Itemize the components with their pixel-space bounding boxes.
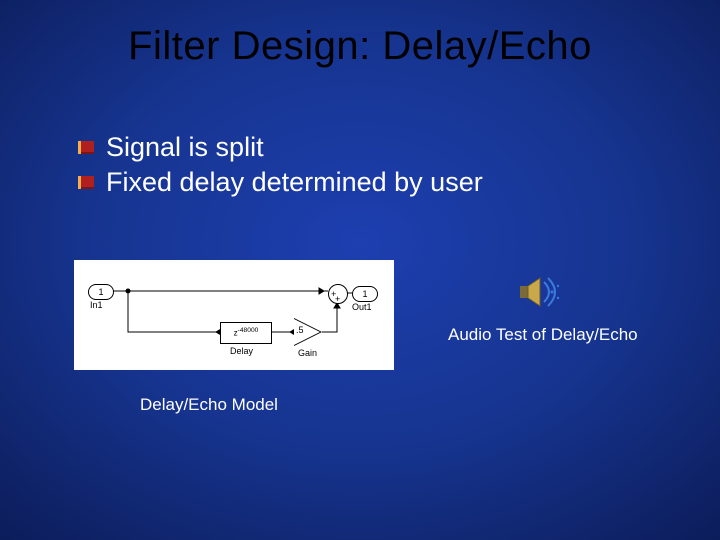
- bullet-marker-icon: [78, 141, 94, 154]
- delay-block: z-48000: [220, 322, 272, 344]
- slide-title: Filter Design: Delay/Echo: [0, 24, 720, 69]
- bullet-list: Signal is split Fixed delay determined b…: [78, 132, 483, 202]
- summing-junction: [328, 284, 348, 304]
- delay-label: Delay: [230, 346, 253, 356]
- delay-value: z-48000: [234, 328, 259, 338]
- speaker-icon[interactable]: [514, 272, 564, 312]
- out-port-block: 1: [352, 286, 378, 302]
- bullet-marker-icon: [78, 176, 94, 189]
- block-diagram: 1 In1 1 Out1 z-48000 Delay .5 Gain: [74, 260, 394, 370]
- gain-label: Gain: [298, 348, 317, 358]
- bullet-item: Fixed delay determined by user: [78, 167, 483, 198]
- bullet-text: Fixed delay determined by user: [106, 167, 483, 198]
- out-port-label: Out1: [352, 302, 372, 312]
- in-port-label: In1: [90, 300, 103, 310]
- in-port-block: 1: [88, 284, 114, 300]
- bullet-text: Signal is split: [106, 132, 264, 163]
- audio-caption: Audio Test of Delay/Echo: [448, 325, 638, 345]
- diagram-caption: Delay/Echo Model: [140, 395, 278, 415]
- bullet-item: Signal is split: [78, 132, 483, 163]
- gain-value: .5: [296, 325, 304, 335]
